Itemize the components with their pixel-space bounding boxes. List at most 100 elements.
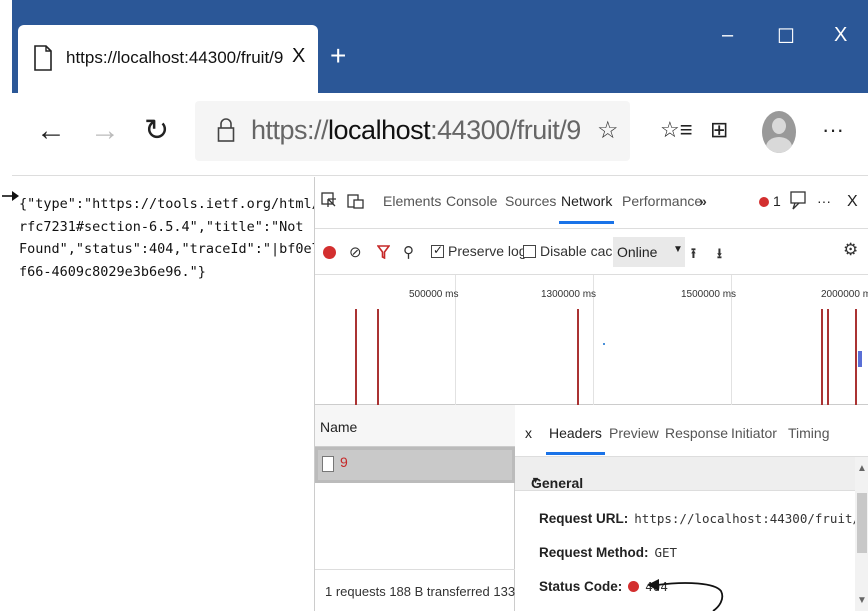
devtools-panel: Elements Console Sources Network Perform… [314,177,868,611]
annotation-arrow-icon [647,579,724,611]
forward-button[interactable]: → [90,113,120,149]
close-window-button[interactable]: X [834,24,847,47]
more-menu-button[interactable]: ··· [822,117,844,143]
minimize-button[interactable]: – [722,24,733,47]
timeline-bar [821,309,823,405]
request-url-value: https://localhost:44300/fruit/9 [634,511,868,526]
tab-performance[interactable]: Performance [622,193,702,209]
json-line: rfc7231#section-6.5.4","title":"Not [19,218,304,235]
general-section-header[interactable]: ▼ General [515,457,855,491]
status-code-label: Status Code: [539,579,623,594]
devtools-close-button[interactable]: X [847,193,858,211]
clear-icon[interactable]: ⊘ [349,243,362,261]
tab-title: https://localhost:44300/fruit/9 [66,48,284,67]
tab-elements[interactable]: Elements [383,193,441,209]
disable-cache-check-icon [523,245,536,258]
json-line: Found","status":404,"traceId":"|bf0e7 [19,241,320,257]
tab-sources[interactable]: Sources [505,193,556,209]
maximize-button[interactable]: ☐ [777,24,795,49]
url-text[interactable]: https://localhost:44300/fruit/9 [251,115,581,146]
dropdown-arrow-icon: ▼ [673,244,683,255]
title-bar: https://localhost:44300/fruit/9 X + – ☐ … [0,0,868,93]
import-har-icon[interactable]: ⭱ [691,243,696,267]
timeline-selection-marker [858,351,862,367]
preserve-log-check-icon [431,243,444,258]
annotation-arrow-icon [2,191,19,201]
scroll-down-icon[interactable]: ▼ [857,595,867,606]
tab-headers[interactable]: Headers [546,425,605,455]
throttling-value: Online [617,244,658,260]
scroll-up-icon[interactable]: ▲ [857,463,867,474]
timeline-tick-label: 500000 ms [409,289,459,300]
timeline-tick-label: 1300000 ms [541,289,597,300]
navigation-bar: ← → ↻ https://localhost:44300/fruit/9 ☆ … [12,93,868,176]
tab-preview[interactable]: Preview [609,425,659,441]
request-details: x Headers Preview Response Initiator Tim… [515,405,868,611]
timeline-bar [377,309,379,405]
timeline-bar [577,309,579,405]
tab-console[interactable]: Console [446,193,497,209]
forward-arrow-icon: → [90,114,120,147]
inspect-element-icon[interactable] [321,192,337,210]
favorite-star-icon[interactable]: ☆ [597,116,619,145]
timeline-bar [355,309,357,405]
export-har-icon[interactable]: ⭳ [717,243,722,267]
timeline-tick-label: 1500000 ms [681,289,737,300]
network-overview: 500000 ms 1300000 ms 1500000 ms 2000000 … [315,275,868,405]
json-response: {"type":"https://tools.ietf.org/html/ rf… [12,177,320,283]
page-content: {"type":"https://tools.ietf.org/html/ rf… [2,177,320,611]
request-url-row: Request URL: https://localhost:44300/frui… [539,511,868,526]
record-icon[interactable] [323,246,336,259]
refresh-button[interactable]: ↻ [144,113,169,149]
summary-text: 1 requests 188 B transferred 133 B re [325,584,515,599]
back-arrow-icon: ← [36,114,66,147]
request-list: Name 9 1 requests 188 B transferred 133 … [315,405,515,611]
refresh-icon: ↻ [144,114,170,147]
request-method-value: GET [654,545,678,560]
error-icon [759,197,769,207]
details-tab-bar: x Headers Preview Response Initiator Tim… [515,405,868,457]
favorites-list-icon[interactable]: ☆≡ [660,117,693,143]
request-url-label: Request URL: [539,511,629,526]
json-line: f66-4609c8029e3b6e96."} [19,263,206,280]
file-icon [322,456,334,472]
request-summary: 1 requests 188 B transferred 133 B re [315,569,515,611]
page-icon [34,45,52,71]
back-button[interactable]: ← [36,113,66,149]
status-error-icon [628,581,640,592]
tab-initiator[interactable]: Initiator [731,425,777,441]
timeline-dot [603,343,605,345]
window-edge [0,0,12,93]
address-bar[interactable]: https://localhost:44300/fruit/9 ☆ [195,101,630,161]
search-icon[interactable]: ⚲ [403,243,414,261]
filter-icon[interactable] [377,245,390,259]
feedback-icon[interactable] [789,191,807,211]
timeline-bar [855,309,857,405]
timeline-bar [827,309,829,405]
lock-icon [217,118,235,142]
error-counter[interactable]: 1 [759,193,781,209]
scrollbar-thumb[interactable] [857,493,867,553]
browser-tab[interactable]: https://localhost:44300/fruit/9 X [18,25,318,93]
details-close-button[interactable]: x [525,425,532,441]
device-toolbar-icon[interactable] [347,192,365,210]
settings-gear-icon[interactable]: ⚙ [843,240,858,260]
profile-avatar[interactable] [762,111,796,153]
network-toolbar: ⊘ ⚲ Preserve log Disable cache Online ▼ … [315,229,868,275]
new-tab-button[interactable]: + [330,42,346,70]
tab-response[interactable]: Response [665,425,728,441]
throttling-select[interactable]: Online ▼ [613,237,685,267]
tab-close-button[interactable]: X [292,45,305,68]
details-scrollbar[interactable]: ▲ ▼ [855,457,868,611]
tab-timing[interactable]: Timing [788,425,830,441]
request-list-header[interactable]: Name [315,405,515,447]
request-row[interactable]: 9 [315,447,515,483]
devtools-more-button[interactable]: ··· [817,193,831,209]
request-method-label: Request Method: [539,545,649,560]
tab-network[interactable]: Network [558,193,615,224]
preserve-log-checkbox[interactable]: Preserve log [431,243,527,259]
collections-icon[interactable]: ⊞ [710,117,728,143]
timeline-tick-label: 2000000 ms [821,289,868,300]
more-tabs-button[interactable]: » [699,193,707,209]
json-line: {"type":"https://tools.ietf.org/html/ [19,196,320,212]
